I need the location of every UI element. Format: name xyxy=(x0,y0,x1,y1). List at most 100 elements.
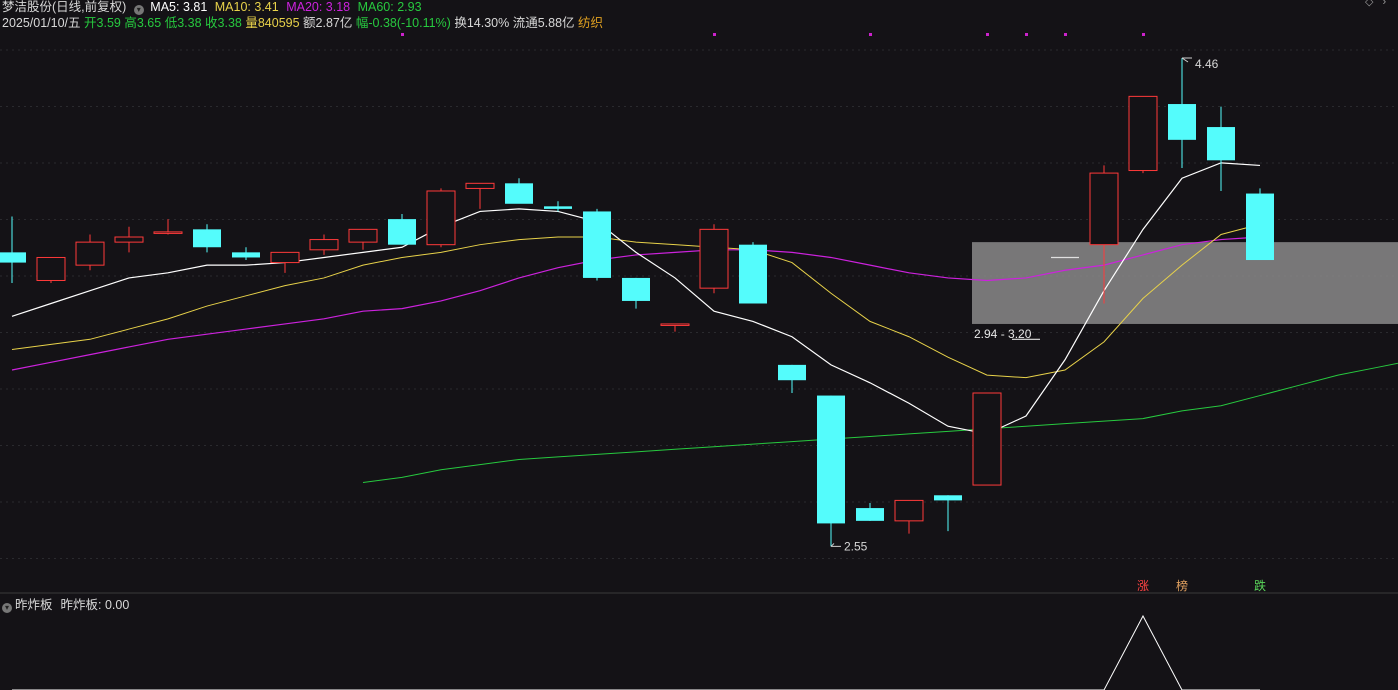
candle-body-up xyxy=(972,392,1002,486)
open-label: 开3.59 xyxy=(84,16,121,30)
candle-body-up xyxy=(699,228,729,289)
candle-body-down xyxy=(934,495,962,501)
candle-body-down xyxy=(232,252,260,258)
float-cap-label: 流通5.88亿 xyxy=(512,16,575,30)
ma60-line xyxy=(362,362,1398,483)
candle-body-up xyxy=(894,499,924,522)
candle-body-up xyxy=(270,251,300,264)
low-price-label: 2.55 xyxy=(844,539,868,553)
change-label: 幅-0.38(-10.11%) xyxy=(355,16,451,30)
candle[interactable] xyxy=(739,242,767,304)
candle-body-down xyxy=(856,508,884,521)
price-zone-band xyxy=(972,242,1398,324)
candle-body-down xyxy=(1168,104,1196,140)
candle-body-down xyxy=(817,395,845,524)
candle-body-up xyxy=(1128,95,1158,172)
candle[interactable] xyxy=(388,214,416,245)
top-event-marker xyxy=(1064,33,1067,36)
candle-body-up xyxy=(75,241,105,266)
candle-body-down xyxy=(388,219,416,245)
candle-body-down xyxy=(583,211,611,278)
candle-body-up xyxy=(114,236,144,243)
candle[interactable] xyxy=(1207,106,1235,191)
candle[interactable] xyxy=(778,364,806,393)
candle[interactable] xyxy=(1168,58,1196,168)
sub-indicator-name[interactable]: 昨炸板 xyxy=(15,598,53,612)
high-arrow xyxy=(1181,57,1192,63)
candle-body-down xyxy=(505,183,533,204)
candlestick-chart[interactable]: 2.94 - 3.20 4.46 2.55 涨 榜 跌 xyxy=(0,0,1398,690)
candle[interactable] xyxy=(856,502,884,521)
candle[interactable] xyxy=(622,277,650,309)
high-label: 高3.65 xyxy=(124,16,162,30)
info-row-2: 2025/01/10/五 开3.59 高3.65 低3.38 收3.38 量84… xyxy=(2,12,603,30)
candle[interactable] xyxy=(817,395,845,547)
high-price-label: 4.46 xyxy=(1195,57,1219,71)
candle-body-up xyxy=(36,256,66,281)
candle-body-down xyxy=(1246,193,1274,261)
candle-body-up xyxy=(465,182,495,189)
candle[interactable] xyxy=(270,251,300,273)
event-marker-label: 榜 xyxy=(1176,578,1188,593)
price-zone: 2.94 - 3.20 xyxy=(972,242,1398,341)
industry-label[interactable]: 纺织 xyxy=(578,16,603,30)
candle[interactable] xyxy=(465,182,495,209)
candle-body-down xyxy=(544,206,572,209)
candle-body-up xyxy=(426,190,456,246)
top-event-marker xyxy=(401,33,404,36)
candle[interactable] xyxy=(114,226,144,253)
candle-body-up xyxy=(309,239,339,251)
low-label: 低3.38 xyxy=(164,16,202,30)
top-event-marker xyxy=(986,33,989,36)
candle[interactable] xyxy=(1246,188,1274,261)
close-label: 收3.38 xyxy=(205,16,242,30)
candle[interactable] xyxy=(934,495,962,532)
candle[interactable] xyxy=(36,256,66,284)
candle-body-down xyxy=(739,244,767,304)
top-event-marker xyxy=(713,33,716,36)
candle-body-up xyxy=(660,323,690,326)
candle[interactable] xyxy=(153,219,183,235)
candle[interactable] xyxy=(232,247,260,261)
sub-indicator-value: 昨炸板: 0.00 xyxy=(60,598,130,612)
candle[interactable] xyxy=(544,201,572,212)
candle[interactable] xyxy=(699,224,729,294)
candle-body-down xyxy=(1207,127,1235,161)
event-marker-label: 涨 xyxy=(1137,578,1149,593)
event-marker-label: 跌 xyxy=(1254,578,1266,593)
low-arrow xyxy=(830,543,841,547)
candle[interactable] xyxy=(894,499,924,534)
candle-body-down xyxy=(0,252,26,263)
candle[interactable] xyxy=(1128,95,1158,174)
candle[interactable] xyxy=(309,234,339,255)
sub-indicator-line xyxy=(12,614,1260,690)
candle-body-up xyxy=(1089,172,1119,246)
corner-controls: ◇ › xyxy=(1365,0,1386,8)
date-label: 2025/01/10/五 xyxy=(2,16,81,30)
candle-body-down xyxy=(193,229,221,248)
turnover-label: 换14.30% xyxy=(454,16,510,30)
candle[interactable] xyxy=(75,234,105,271)
indicator-settings-icon[interactable]: ▾ xyxy=(2,603,12,613)
candle[interactable] xyxy=(505,178,533,204)
top-event-marker xyxy=(1142,33,1145,36)
amount-label: 额2.87亿 xyxy=(303,16,353,30)
chevron-right-icon[interactable]: › xyxy=(1383,0,1387,8)
candle[interactable] xyxy=(0,216,26,284)
top-event-marker xyxy=(1025,33,1028,36)
candle[interactable] xyxy=(426,188,456,248)
sub-indicator-chart xyxy=(12,614,1260,690)
candle-body-down xyxy=(622,277,650,301)
sub-indicator-header: ▾ 昨炸板 昨炸板: 0.00 xyxy=(2,594,129,613)
top-event-marker xyxy=(869,33,872,36)
candle[interactable] xyxy=(972,392,1002,486)
volume-label: 量840595 xyxy=(245,16,300,30)
candle[interactable] xyxy=(660,323,690,332)
candle[interactable] xyxy=(348,228,378,250)
candle[interactable] xyxy=(583,208,611,281)
diamond-icon[interactable]: ◇ xyxy=(1365,0,1373,8)
candle-body-up xyxy=(153,231,183,234)
candle-body-up xyxy=(348,228,378,243)
candle-body-down xyxy=(778,364,806,381)
candle[interactable] xyxy=(193,224,221,253)
